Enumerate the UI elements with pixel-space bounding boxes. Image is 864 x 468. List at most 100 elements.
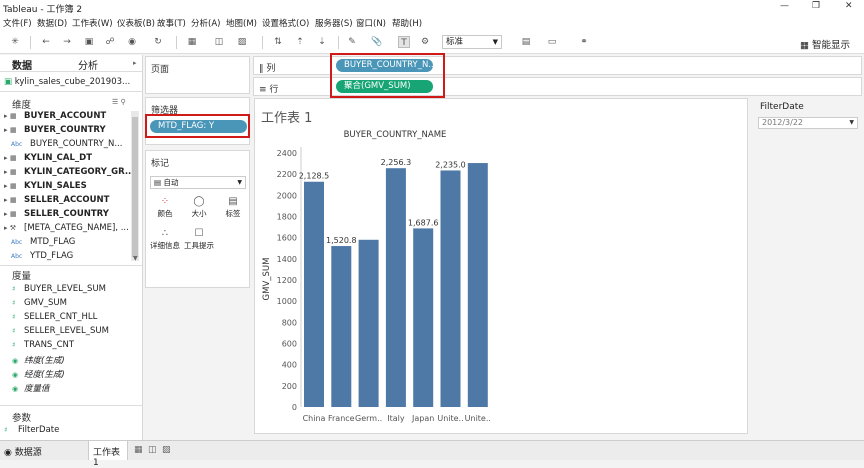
dimensions-options-icon[interactable]: ☰ ⚲ (112, 98, 126, 106)
divider (0, 71, 142, 72)
new-worksheet-icon[interactable]: ▦ (134, 445, 143, 455)
menu-worksheet[interactable]: 工作表(W) (72, 17, 113, 29)
measure-item[interactable]: ◉ 纬度(生成) (4, 354, 65, 367)
show-mark-labels-icon[interactable]: T (398, 36, 410, 48)
filterdate-select[interactable]: 2012/3/22 ▼ (758, 117, 858, 129)
dimension-item[interactable]: ▸ ▦ KYLIN_SALES (4, 181, 87, 194)
dimension-item[interactable]: ▸ ▦ SELLER_COUNTRY (4, 209, 109, 222)
new-datasource-icon[interactable]: ☍ (104, 36, 116, 48)
pane-menu-icon[interactable]: ▸ (133, 59, 137, 67)
dimension-label: BUYER_COUNTRY_N... (30, 139, 123, 149)
measure-item[interactable]: ◉ 经度(生成) (4, 368, 65, 381)
mark-type-select[interactable]: ▤ 自动 ▼ (150, 176, 246, 189)
menu-story[interactable]: 故事(T) (157, 17, 186, 29)
fit-select[interactable]: 标准 ▼ (442, 35, 502, 49)
presentation-mode-icon[interactable]: ▭ (546, 36, 558, 48)
size-label: 大小 (191, 209, 207, 218)
sort-ascending-icon[interactable]: ⇡ (294, 36, 306, 48)
minimize-icon[interactable]: — (780, 1, 789, 11)
label-button[interactable]: ▤ 标签 (218, 195, 248, 221)
new-sheet-icon[interactable]: ▦ (186, 36, 198, 48)
dimension-label: YTD_FLAG (30, 251, 74, 261)
menu-analysis[interactable]: 分析(A) (191, 17, 220, 29)
menu-help[interactable]: 帮助(H) (392, 17, 422, 29)
tab-analysis[interactable]: 分析 (78, 57, 98, 72)
scrollbar-thumb[interactable] (132, 117, 138, 257)
color-button[interactable]: ⁘ 颜色 (150, 195, 180, 221)
size-button[interactable]: ◯ 大小 (184, 195, 214, 221)
datasource-item[interactable]: ▣ kylin_sales_cube_201903... (4, 77, 130, 87)
dimension-item[interactable]: ▸ ▦ SELLER_ACCOUNT (4, 195, 109, 208)
dimension-item[interactable]: ▸ ⚒ [META_CATEG_NAME], ... (4, 223, 129, 236)
menu-file[interactable]: 文件(F) (3, 17, 32, 29)
restore-icon[interactable]: ❐ (812, 1, 820, 11)
measure-item[interactable]: ♯ SELLER_LEVEL_SUM (4, 326, 109, 339)
scroll-down-icon[interactable]: ▼ (133, 255, 138, 262)
detail-button[interactable]: ∴ 详细信息 (150, 227, 180, 253)
tableau-logo-icon[interactable]: ✳ (9, 36, 21, 48)
datasource-tab[interactable]: ◉ 数据源 (4, 445, 42, 458)
swap-rows-columns-icon[interactable]: ⇅ (272, 36, 284, 48)
dimension-item[interactable]: Abc YTD_FLAG (4, 251, 73, 264)
measure-item[interactable]: ♯ TRANS_CNT (4, 340, 74, 353)
menu-dashboard[interactable]: 仪表板(B) (117, 17, 155, 29)
fix-axes-icon[interactable]: ⚙ (419, 36, 431, 48)
bar-chart: BUYER_COUNTRY_NAME GMV_SUM 0 200 400 600 800 10… (262, 130, 491, 423)
dimension-label: SELLER_ACCOUNT (24, 195, 110, 205)
param-filterdate[interactable]: ♯ FilterDate (4, 425, 59, 438)
dimension-item[interactable]: ▸ ▦ KYLIN_CATEGORY_GR... (4, 167, 135, 180)
highlight-icon[interactable]: ✎ (346, 36, 358, 48)
show-cards-icon[interactable]: ▤ (520, 36, 532, 48)
pages-title: 页面 (151, 65, 170, 75)
pause-updates-icon[interactable]: ◉ (126, 36, 138, 48)
smart-show-label: 智能显示 (812, 40, 851, 51)
menu-window[interactable]: 窗口(N) (356, 17, 386, 29)
dimension-item[interactable]: ▸ ▦ BUYER_COUNTRY (4, 125, 106, 138)
dimension-item[interactable]: Abc BUYER_COUNTRY_N... (4, 139, 122, 152)
measure-item[interactable]: ♯ BUYER_LEVEL_SUM (4, 284, 106, 297)
menu-map[interactable]: 地图(M) (226, 17, 257, 29)
smart-show-button[interactable]: ▦ 智能显示 (800, 37, 850, 51)
duplicate-sheet-icon[interactable]: ◫ (213, 36, 225, 48)
mark-type-value: 自动 (163, 178, 179, 187)
table-icon: ▸ ▦ (4, 154, 17, 162)
save-icon[interactable]: ▣ (83, 36, 95, 48)
x-tick-label: Unite.. (437, 414, 463, 423)
tab-data[interactable]: 数据 (12, 57, 32, 72)
detail-label: 详细信息 (150, 241, 180, 250)
new-dashboard-icon[interactable]: ◫ (148, 445, 157, 455)
undo-icon[interactable]: ← (40, 36, 52, 48)
x-tick-label: Unite.. (465, 414, 491, 423)
refresh-icon[interactable]: ↻ (152, 36, 164, 48)
marks-title: 标记 (151, 159, 170, 169)
datasource-label: kylin_sales_cube_201903... (14, 77, 131, 87)
dimension-item[interactable]: ▸ ▦ BUYER_ACCOUNT (4, 111, 106, 124)
menu-format[interactable]: 设置格式(O) (262, 17, 309, 29)
sheet-tab[interactable]: 工作表 1 (88, 441, 128, 468)
bar-chart-icon: ▤ (154, 178, 162, 187)
new-story-icon[interactable]: ▨ (162, 445, 171, 455)
menu-data[interactable]: 数据(D) (37, 17, 67, 29)
y-tick-label: 1600 (277, 234, 297, 243)
filterdate-card: FilterDate 2012/3/22 ▼ (756, 100, 861, 132)
toolbar-separator (338, 36, 339, 49)
x-tick-label: France (328, 414, 355, 423)
highlight-box (330, 53, 445, 98)
pages-shelf[interactable]: 页面 (145, 56, 250, 94)
toolbar-separator (30, 36, 31, 49)
redo-icon[interactable]: → (61, 36, 73, 48)
measure-item[interactable]: ♯ SELLER_CNT_HLL (4, 312, 97, 325)
measure-item[interactable]: ◉ 度量值 (4, 382, 50, 395)
dimension-item[interactable]: Abc MTD_FLAG (4, 237, 75, 250)
sort-descending-icon[interactable]: ⇣ (316, 36, 328, 48)
clear-sheet-icon[interactable]: ▨ (236, 36, 248, 48)
tooltip-button[interactable]: ☐ 工具提示 (184, 227, 214, 253)
chart-title: BUYER_COUNTRY_NAME (344, 130, 447, 140)
share-icon[interactable]: ⚭ (578, 36, 590, 48)
dimension-item[interactable]: ▸ ▦ KYLIN_CAL_DT (4, 153, 92, 166)
group-members-icon[interactable]: 📎 (371, 36, 383, 48)
toolbar-separator (176, 36, 177, 49)
close-icon[interactable]: ✕ (845, 1, 853, 11)
measure-item[interactable]: ♯ GMV_SUM (4, 298, 67, 311)
menu-server[interactable]: 服务器(S) (315, 17, 353, 29)
